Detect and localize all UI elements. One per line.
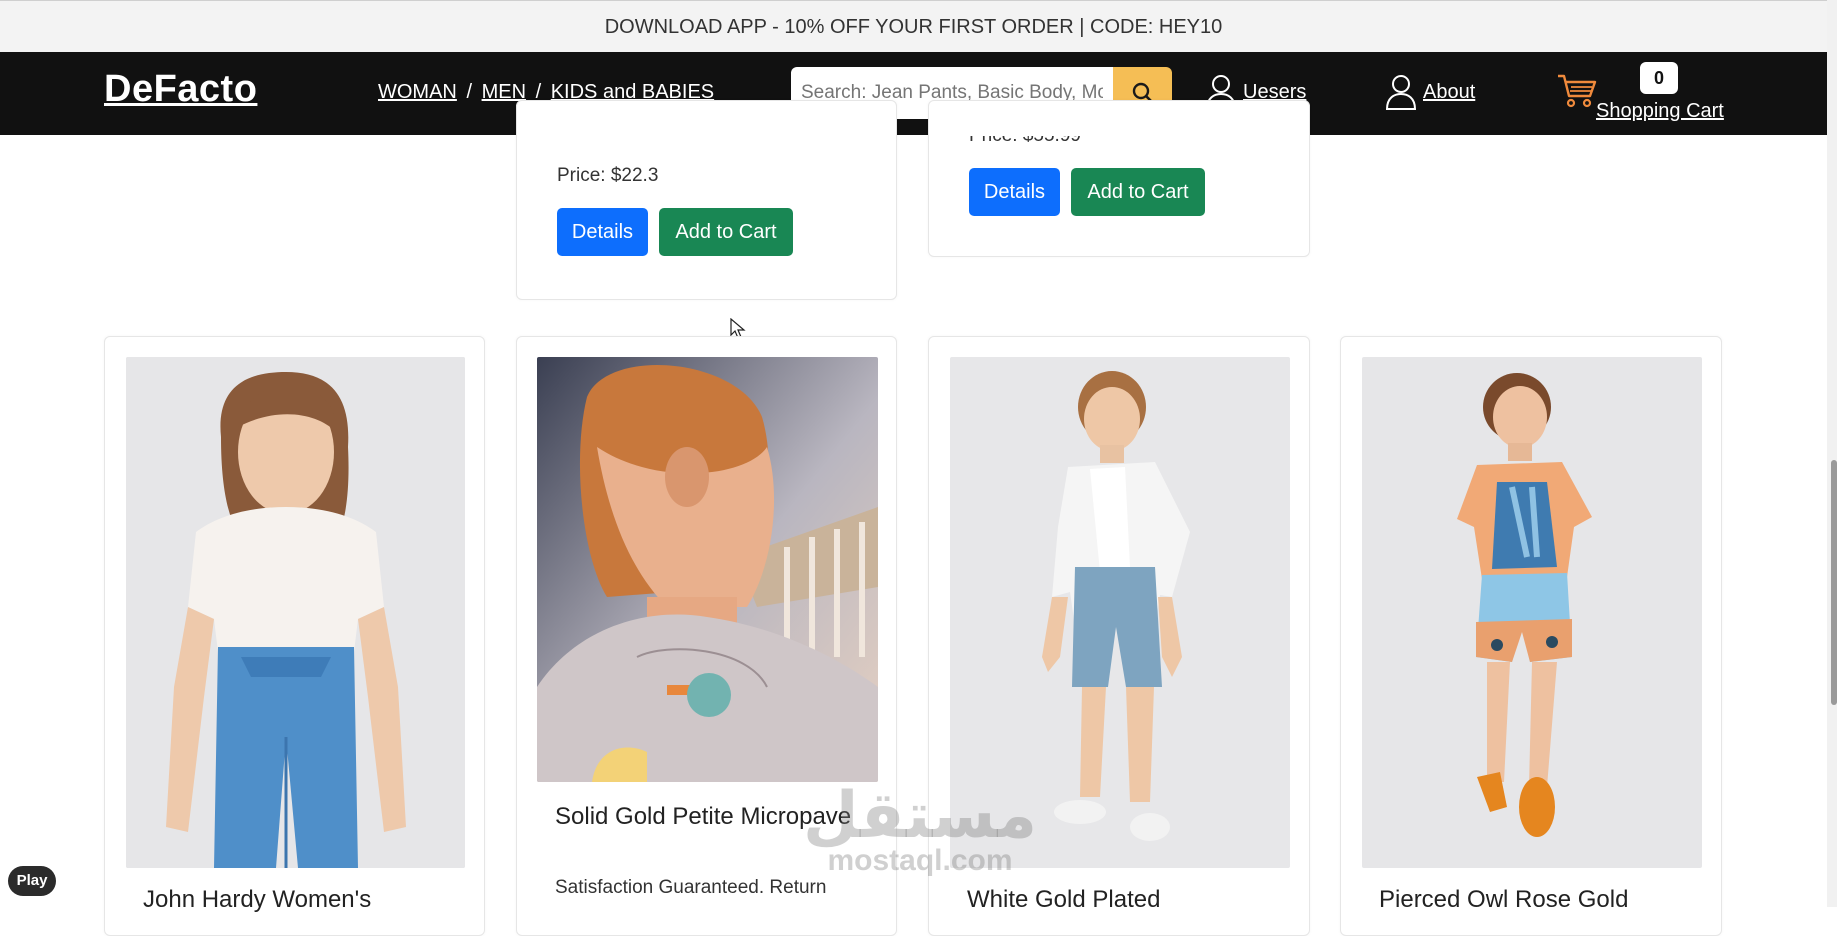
product-price: Price: $22.3 bbox=[557, 165, 659, 186]
nav-woman[interactable]: WOMAN bbox=[378, 81, 457, 103]
add-to-cart-button[interactable]: Add to Cart bbox=[1071, 168, 1205, 216]
play-button[interactable]: Play bbox=[8, 866, 56, 896]
product-image[interactable] bbox=[537, 357, 878, 782]
product-title: Pierced Owl Rose Gold bbox=[1379, 886, 1629, 913]
brand-logo[interactable]: DeFacto bbox=[104, 68, 257, 111]
about-label: About bbox=[1423, 80, 1476, 103]
watermark-arabic: مستقل bbox=[802, 779, 1038, 851]
product-title: John Hardy Women's bbox=[143, 886, 372, 913]
cart-icon[interactable] bbox=[1556, 72, 1598, 115]
navbar: DeFacto WOMAN / MEN / KIDS and BABIES Ue… bbox=[0, 52, 1827, 135]
details-button[interactable]: Details bbox=[557, 208, 648, 256]
product-price: Price: $55.99 bbox=[969, 125, 1081, 146]
product-card: Price: $55.99 Details Add to Cart bbox=[928, 100, 1310, 257]
add-to-cart-button[interactable]: Add to Cart bbox=[659, 208, 793, 256]
scrollbar-track[interactable] bbox=[1827, 0, 1837, 907]
watermark: مستقل mostaql.com bbox=[800, 780, 1040, 878]
product-card: John Hardy Women's bbox=[104, 336, 485, 936]
product-title: White Gold Plated bbox=[967, 886, 1161, 913]
product-description: Satisfaction Guaranteed. Return bbox=[555, 877, 827, 898]
product-image[interactable] bbox=[126, 357, 465, 868]
announcement-bar: DOWNLOAD APP - 10% OFF YOUR FIRST ORDER … bbox=[0, 0, 1827, 52]
shopping-cart-link[interactable]: Shopping Cart bbox=[1596, 100, 1724, 123]
product-image[interactable] bbox=[1362, 357, 1702, 868]
watermark-url: mostaql.com bbox=[827, 844, 1013, 877]
cart-count-badge: 0 bbox=[1640, 62, 1678, 94]
product-card: Price: $22.3 Details Add to Cart bbox=[516, 100, 897, 300]
announcement-text: DOWNLOAD APP - 10% OFF YOUR FIRST ORDER … bbox=[604, 16, 1223, 38]
user-icon bbox=[1385, 75, 1417, 110]
about-link[interactable]: About bbox=[1385, 74, 1475, 110]
details-button[interactable]: Details bbox=[969, 168, 1060, 216]
scrollbar-thumb[interactable] bbox=[1831, 460, 1837, 705]
product-card: Pierced Owl Rose Gold bbox=[1340, 336, 1722, 936]
nav-separator: / bbox=[466, 81, 473, 103]
